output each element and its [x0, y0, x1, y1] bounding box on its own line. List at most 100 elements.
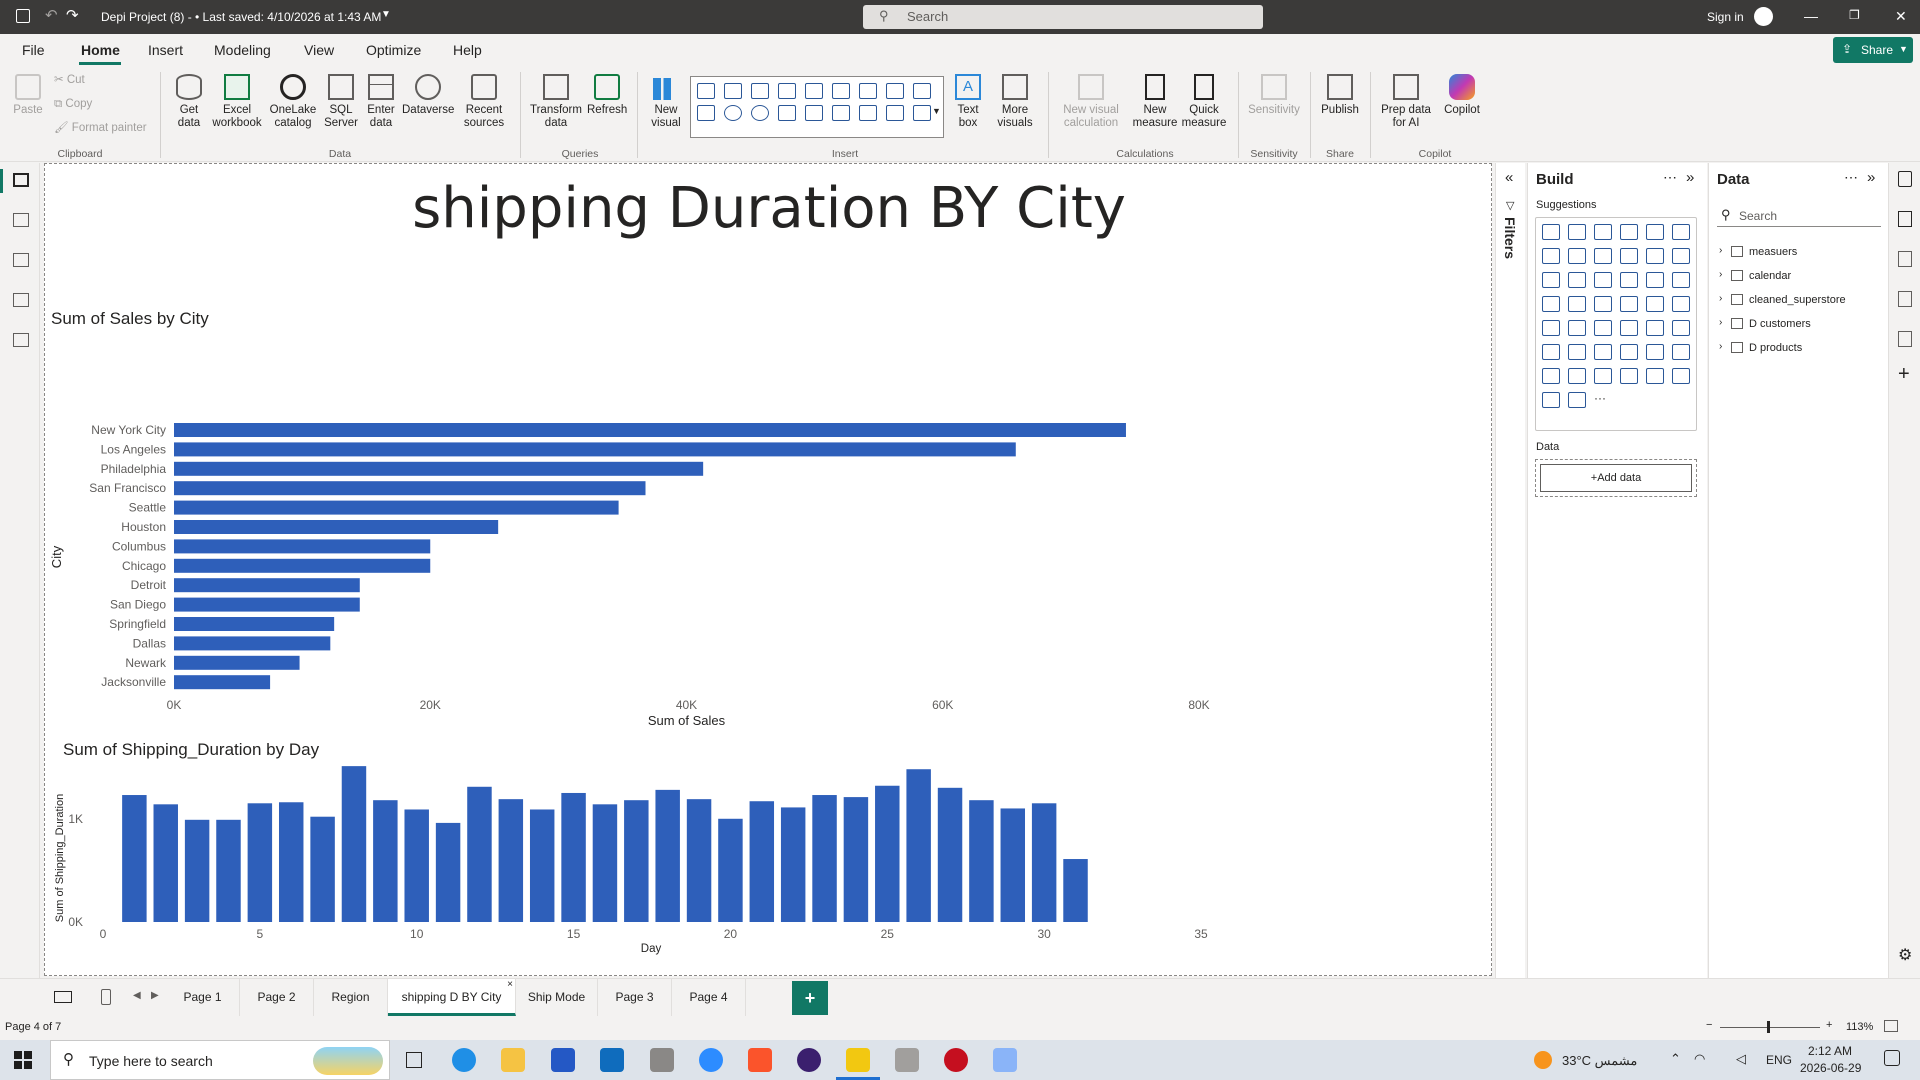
- weather-text[interactable]: 33°C مشمس: [1562, 1053, 1637, 1069]
- copilot-button[interactable]: Copilot: [1438, 74, 1486, 117]
- 100-stacked-bar-icon[interactable]: [1646, 224, 1664, 240]
- chevron-right-icon[interactable]: ›: [1719, 317, 1722, 328]
- taskbar-search-input[interactable]: ⚲ Type here to search: [50, 1040, 390, 1080]
- more-options-icon[interactable]: ⋯: [1663, 169, 1677, 186]
- sql-server-button[interactable]: SQL Server: [322, 74, 360, 130]
- menu-file[interactable]: File: [22, 42, 45, 58]
- scatter-icon[interactable]: [1620, 272, 1638, 288]
- zoom-in-icon[interactable]: +: [1826, 1019, 1832, 1031]
- enter-data-button[interactable]: Enter data: [363, 74, 399, 130]
- collapse-pane-icon[interactable]: »: [1867, 169, 1875, 186]
- clock-date[interactable]: 2026-06-29: [1800, 1061, 1861, 1075]
- format-pane-icon[interactable]: [1898, 251, 1912, 267]
- task-view-icon[interactable]: [406, 1052, 422, 1068]
- onelake-catalog-button[interactable]: OneLake catalog: [268, 74, 318, 130]
- ribbon-icon[interactable]: [1542, 272, 1560, 288]
- tmdl-view-icon[interactable]: [13, 333, 29, 347]
- page-tab[interactable]: Region: [314, 979, 388, 1016]
- file-title[interactable]: Depi Project (8) - • Last saved: 4/10/20…: [101, 10, 381, 24]
- area-chart-icon[interactable]: [886, 83, 904, 99]
- app-icon[interactable]: [895, 1048, 919, 1072]
- stacked-column-icon[interactable]: [724, 83, 742, 99]
- pin-icon[interactable]: [650, 1048, 674, 1072]
- chevron-right-icon[interactable]: ›: [1719, 293, 1722, 304]
- more-options-icon[interactable]: ⋯: [1844, 169, 1858, 186]
- app-icon[interactable]: [993, 1048, 1017, 1072]
- recent-sources-button[interactable]: Recent sources: [460, 74, 508, 130]
- transform-data-button[interactable]: Transform data: [528, 74, 584, 130]
- zoom-slider[interactable]: [1720, 1027, 1820, 1028]
- chevron-right-icon[interactable]: ›: [1719, 245, 1722, 256]
- power-automate-icon[interactable]: [1594, 368, 1612, 384]
- paste-button[interactable]: Paste: [10, 74, 46, 117]
- clustered-bar-icon[interactable]: [1594, 224, 1612, 240]
- metrics-icon[interactable]: [1672, 368, 1690, 384]
- filled-map-icon[interactable]: [1594, 296, 1612, 312]
- slicer-icon[interactable]: [1594, 320, 1612, 336]
- mobile-layout-icon[interactable]: [101, 989, 111, 1005]
- gauge-icon[interactable]: [832, 105, 850, 121]
- text-box-button[interactable]: A Text box: [950, 74, 986, 130]
- key-influencers-icon[interactable]: [1568, 344, 1586, 360]
- undo-icon[interactable]: ↶: [45, 6, 58, 24]
- image-icon[interactable]: [1646, 368, 1664, 384]
- fit-to-page-icon[interactable]: [1884, 1020, 1898, 1032]
- line-clustered-column-icon[interactable]: [1672, 248, 1690, 264]
- 100-area-icon[interactable]: [1620, 248, 1638, 264]
- narrative-icon[interactable]: [1568, 392, 1586, 408]
- chevron-right-icon[interactable]: ›: [1719, 269, 1722, 280]
- close-icon[interactable]: ✕: [1895, 8, 1907, 25]
- report-canvas[interactable]: shipping Duration BY City Sum of Sales b…: [44, 163, 1492, 976]
- stacked-bar-icon[interactable]: [697, 83, 715, 99]
- table-item[interactable]: › calendar: [1717, 265, 1887, 289]
- scroll-left-icon[interactable]: ◀: [133, 990, 141, 1001]
- file-explorer-icon[interactable]: [501, 1048, 525, 1072]
- publish-button[interactable]: Publish: [1318, 74, 1362, 117]
- smart-narrative-icon[interactable]: [1646, 344, 1664, 360]
- zoom-app-icon[interactable]: [699, 1048, 723, 1072]
- gauge-icon[interactable]: [1620, 296, 1638, 312]
- notifications-icon[interactable]: [1884, 1050, 1900, 1066]
- custom-1-icon[interactable]: [1620, 368, 1638, 384]
- azure-map-icon[interactable]: [1646, 296, 1664, 312]
- add-pane-icon[interactable]: +: [1898, 363, 1910, 386]
- format-painter-button[interactable]: 🖌 Format painter: [54, 122, 147, 135]
- data-search-input[interactable]: ⚲ Search: [1717, 205, 1881, 227]
- menu-view[interactable]: View: [304, 42, 334, 58]
- page-tab[interactable]: shipping D BY City ×: [388, 979, 516, 1016]
- collapse-icon[interactable]: «: [1505, 169, 1513, 186]
- clustered-column-icon[interactable]: [778, 83, 796, 99]
- 100-stacked-column-icon[interactable]: [1672, 224, 1690, 240]
- 100-column-icon[interactable]: [832, 83, 850, 99]
- menu-modeling[interactable]: Modeling: [214, 42, 271, 58]
- model-view-icon[interactable]: [13, 253, 29, 267]
- network-icon[interactable]: ◠: [1694, 1051, 1705, 1067]
- chevron-down-icon[interactable]: ▼: [381, 9, 391, 20]
- prep-data-for-ai-button[interactable]: Prep data for AI: [1378, 74, 1434, 130]
- matrix-icon[interactable]: [913, 105, 931, 121]
- treemap-icon[interactable]: [1542, 296, 1560, 312]
- table-item[interactable]: › measuers: [1717, 241, 1887, 265]
- matrix-icon[interactable]: [1646, 320, 1664, 336]
- new-visual-calculation-button[interactable]: New visual calculation: [1056, 74, 1126, 130]
- page-tab[interactable]: Page 4: [672, 979, 746, 1016]
- qa-icon[interactable]: [1620, 344, 1638, 360]
- speaker-icon[interactable]: ◁: [1736, 1051, 1746, 1067]
- dax-query-view-icon[interactable]: [13, 293, 29, 307]
- get-data-button[interactable]: Get data: [170, 74, 208, 130]
- account-icon[interactable]: [1754, 7, 1773, 26]
- desktop-layout-icon[interactable]: [54, 991, 72, 1003]
- dataverse-button[interactable]: Dataverse: [402, 74, 454, 117]
- table-icon[interactable]: [1620, 320, 1638, 336]
- page-tab[interactable]: Ship Mode: [516, 979, 598, 1016]
- table-item[interactable]: › D customers: [1717, 313, 1887, 337]
- page-tab[interactable]: Page 2: [240, 979, 314, 1016]
- build-pane-icon[interactable]: [1898, 211, 1912, 227]
- more-visuals-button[interactable]: More visuals: [990, 74, 1040, 130]
- area-icon[interactable]: [1568, 248, 1586, 264]
- report-view-icon[interactable]: [13, 173, 29, 187]
- sales-by-city-chart[interactable]: Sum of Sales by City New York City Los An…: [49, 299, 1489, 729]
- table-item[interactable]: › cleaned_superstore: [1717, 289, 1887, 313]
- table-view-icon[interactable]: [13, 213, 29, 227]
- settings-icon[interactable]: ⚙: [1898, 945, 1912, 965]
